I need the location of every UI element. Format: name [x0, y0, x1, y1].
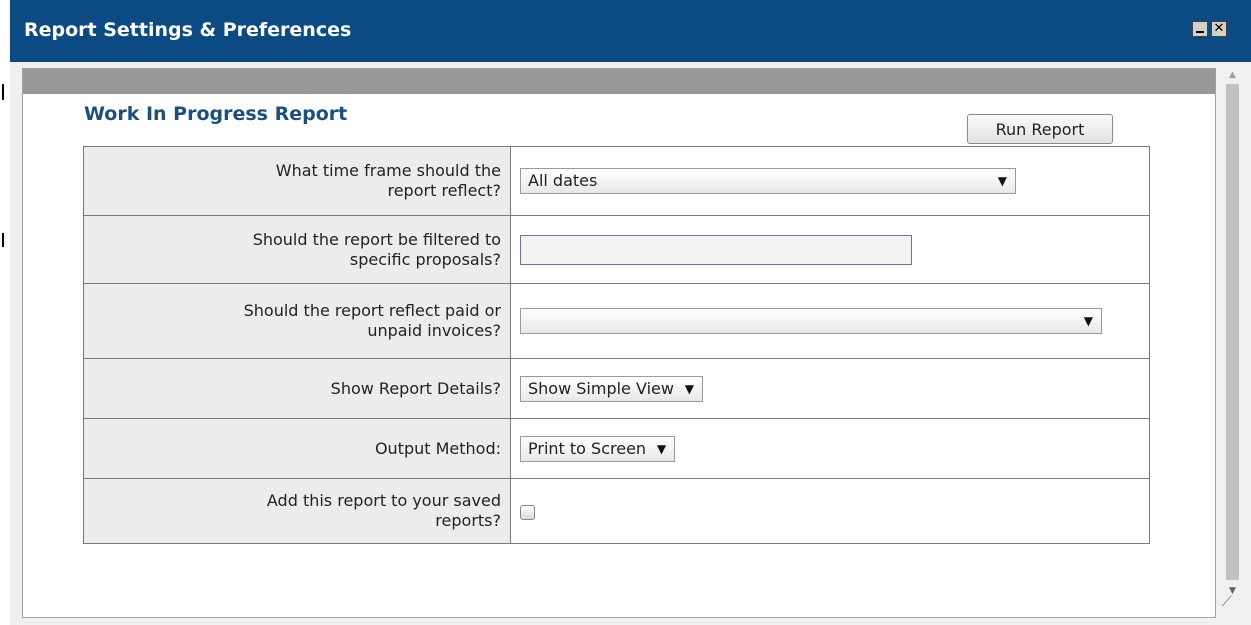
setting-row-timeframe: What time frame should the report reflec…	[83, 146, 1150, 216]
details-question: Show Report Details?	[330, 378, 501, 398]
timeframe-cell: All dates ▼	[510, 146, 1150, 216]
vertical-scrollbar[interactable]: ▲ ▼	[1224, 68, 1241, 598]
chevron-down-icon: ▼	[997, 174, 1007, 188]
resize-grip-icon[interactable]: ⟋	[1222, 594, 1238, 610]
proposals-input[interactable]	[520, 234, 912, 265]
output-select[interactable]: Print to Screen ▼	[520, 435, 676, 462]
save-report-checkbox[interactable]	[520, 504, 535, 520]
report-panel: Work In Progress Report Run Report What …	[22, 68, 1216, 618]
timeframe-value: All dates	[528, 171, 598, 190]
timeframe-select[interactable]: All dates ▼	[520, 168, 1016, 194]
invoices-cell: ▼	[510, 283, 1150, 359]
chevron-down-icon: ▼	[656, 441, 667, 456]
setting-row-invoices: Should the report reflect paid or unpaid…	[83, 283, 1150, 359]
invoices-select[interactable]: ▼	[520, 308, 1102, 334]
chevron-down-icon: ▼	[1083, 314, 1093, 328]
minimize-button[interactable]	[1192, 21, 1208, 37]
saved-cell	[510, 478, 1150, 544]
proposals-cell	[510, 215, 1150, 284]
setting-row-saved: Add this report to your saved reports?	[83, 478, 1150, 544]
invoices-label: Should the report reflect paid or unpaid…	[83, 283, 511, 359]
chevron-down-icon: ▼	[684, 381, 694, 396]
edge-mark	[2, 233, 4, 247]
setting-row-proposals: Should the report be filtered to specifi…	[83, 215, 1150, 284]
settings-table: What time frame should the report reflec…	[83, 146, 1150, 544]
details-label: Show Report Details?	[83, 358, 511, 419]
report-title: Work In Progress Report	[84, 103, 348, 125]
timeframe-question: What time frame should the report reflec…	[275, 161, 501, 200]
details-select[interactable]: Show Simple View ▼	[520, 375, 703, 402]
edge-mark	[2, 84, 4, 100]
output-cell: Print to Screen ▼	[510, 418, 1150, 479]
setting-row-details: Show Report Details? Show Simple View ▼	[83, 358, 1150, 419]
proposals-label: Should the report be filtered to specifi…	[83, 215, 511, 284]
output-question: Output Method:	[374, 438, 501, 458]
close-button[interactable]: ✕	[1211, 21, 1227, 37]
window-titlebar-bg: Report Settings & Preferences ✕	[10, 0, 1251, 62]
window-titlebar: Report Settings & Preferences ✕	[0, 0, 1251, 62]
proposals-question: Should the report be filtered to specifi…	[252, 229, 501, 269]
saved-question: Add this report to your saved reports?	[266, 491, 501, 530]
timeframe-label: What time frame should the report reflec…	[83, 146, 511, 216]
output-value: Print to Screen	[528, 438, 647, 458]
window-title: Report Settings & Preferences	[24, 19, 352, 41]
run-report-button[interactable]: Run Report	[967, 114, 1113, 144]
saved-label: Add this report to your saved reports?	[83, 478, 511, 544]
setting-row-output: Output Method: Print to Screen ▼	[83, 418, 1150, 479]
details-value: Show Simple View	[528, 378, 674, 398]
scrollbar-thumb[interactable]	[1226, 84, 1239, 580]
output-label: Output Method:	[83, 418, 511, 479]
dialog-body: Work In Progress Report Run Report What …	[10, 62, 1251, 625]
details-cell: Show Simple View ▼	[510, 358, 1150, 419]
panel-header-band	[23, 69, 1215, 94]
invoices-question: Should the report reflect paid or unpaid…	[243, 301, 501, 340]
scroll-up-icon[interactable]: ▲	[1224, 68, 1241, 82]
